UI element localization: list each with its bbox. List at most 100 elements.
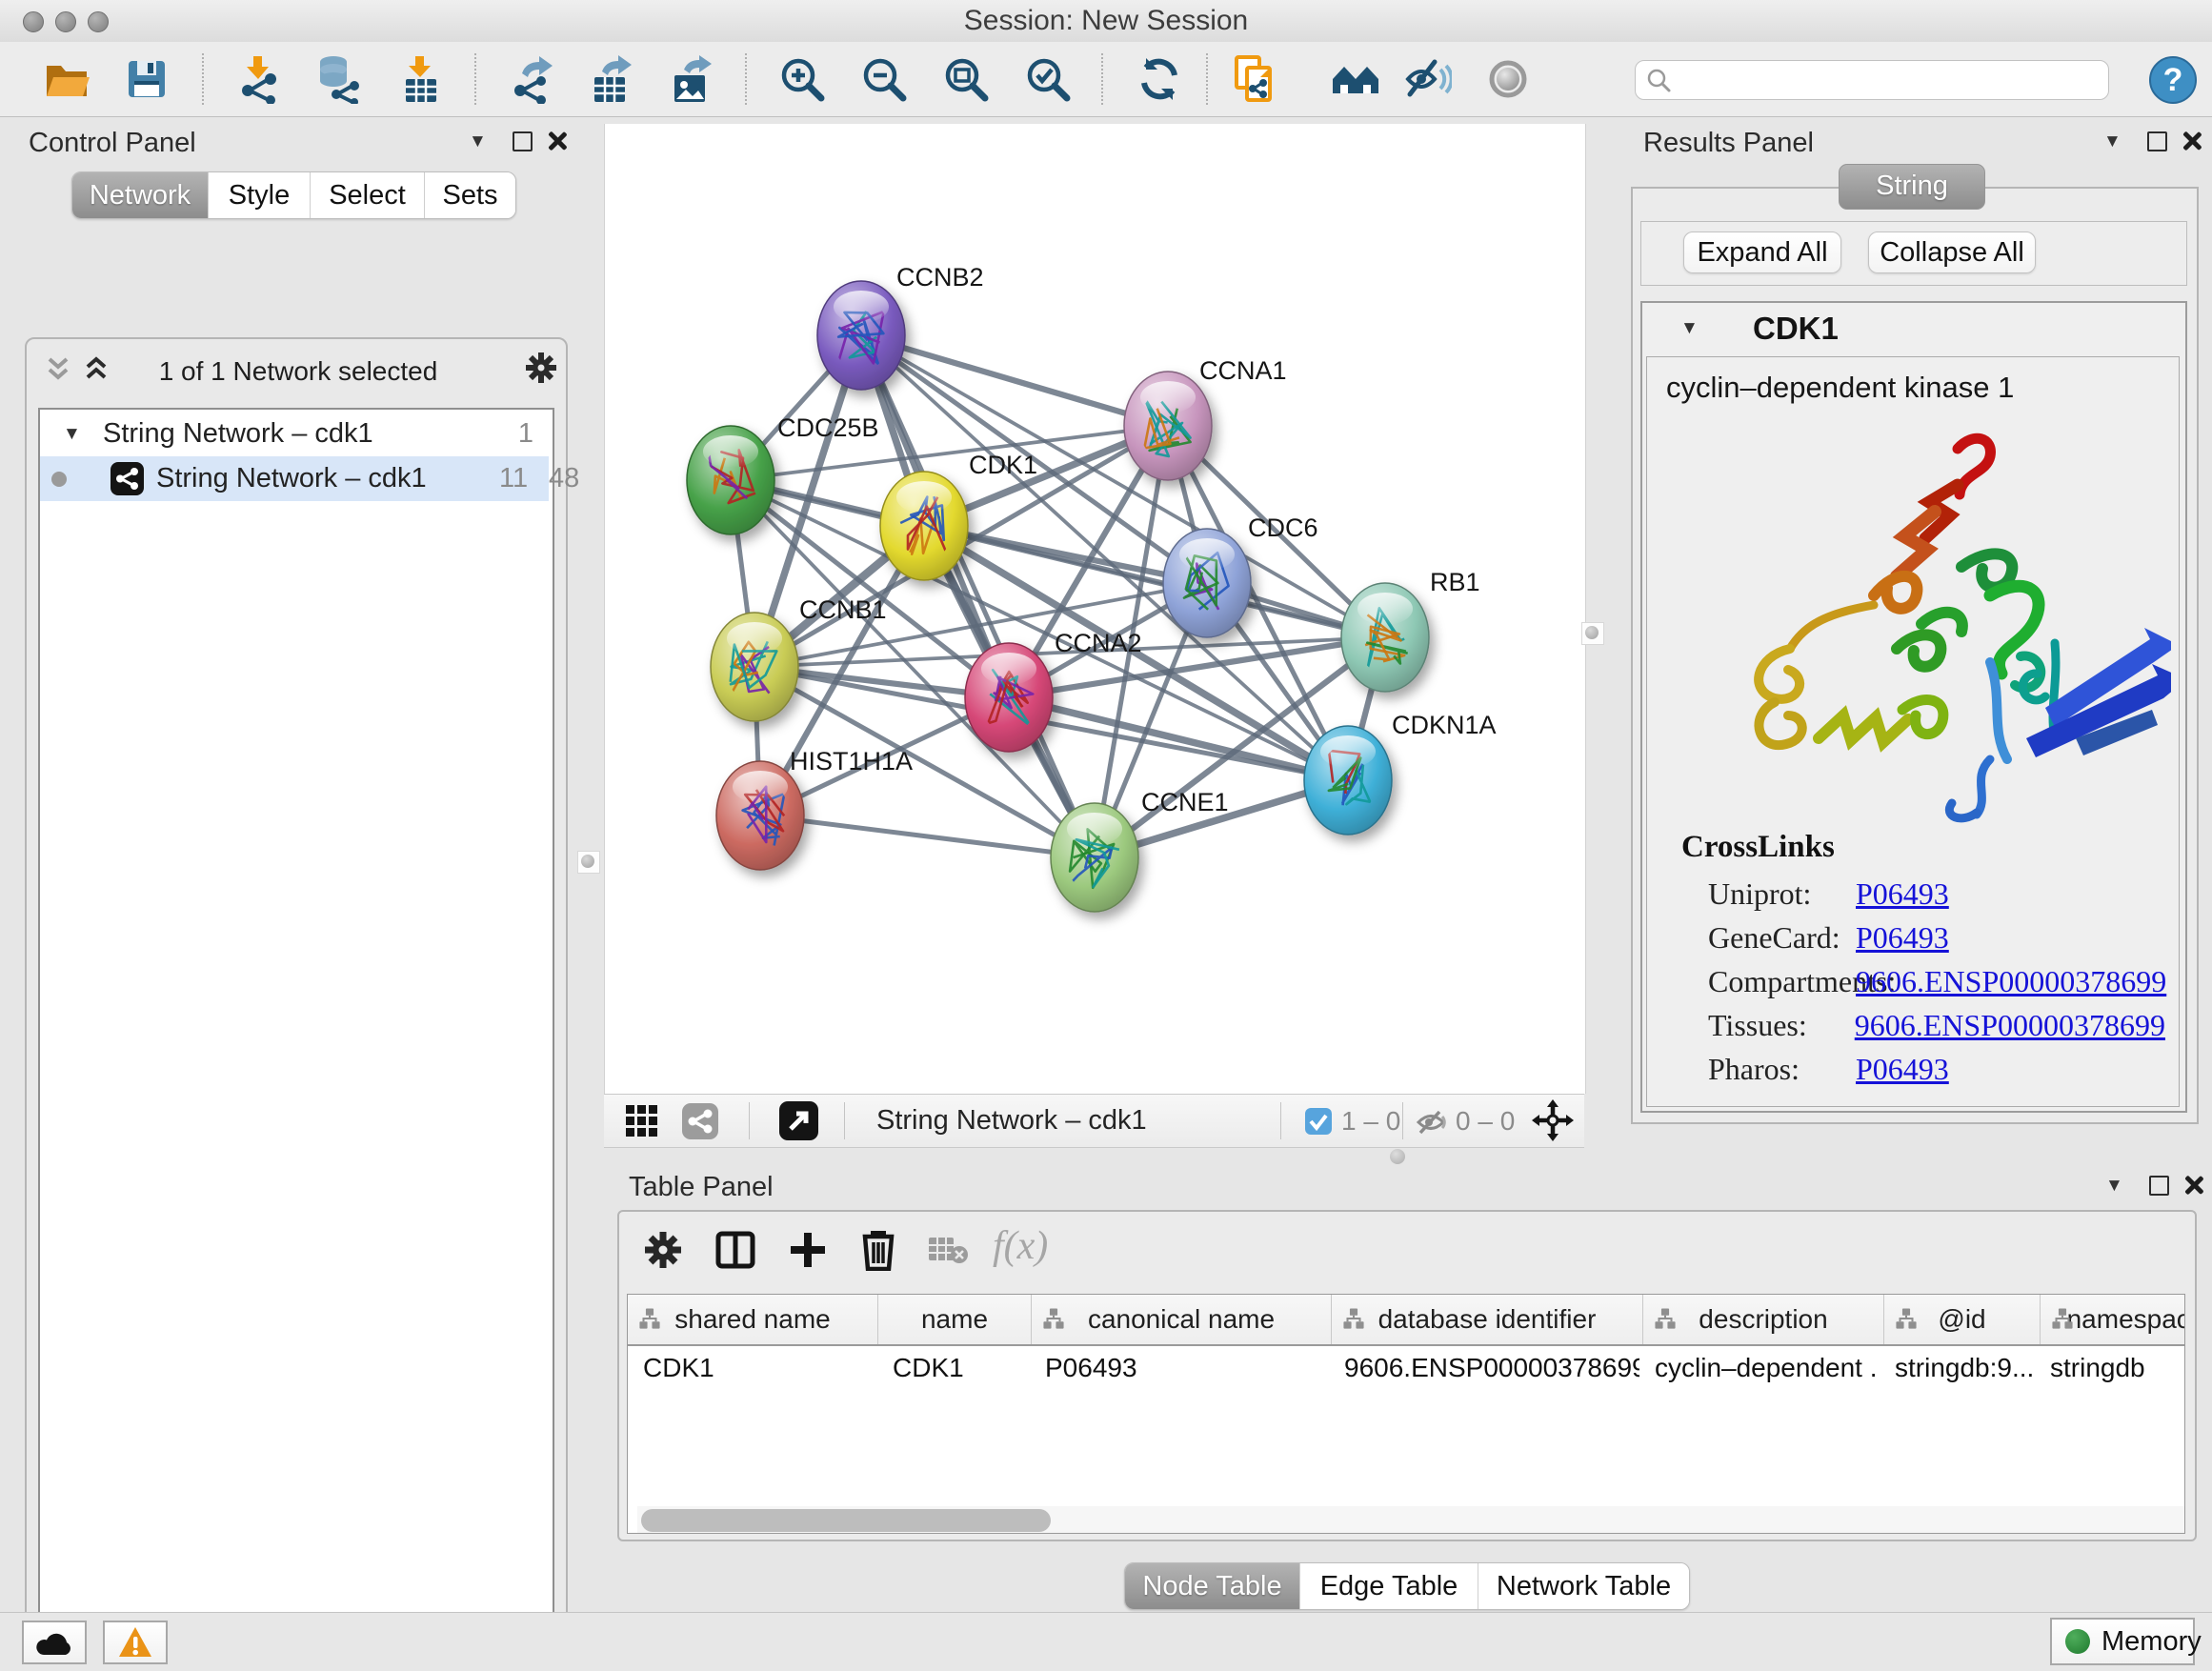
tab-string[interactable]: String: [1839, 164, 1985, 210]
cdk1-collapse-icon[interactable]: ▼: [1680, 318, 1699, 339]
network-collection-row[interactable]: ▼ String Network – cdk1 1: [40, 412, 549, 456]
tab-select[interactable]: Select: [311, 172, 425, 218]
add-column-icon[interactable]: [787, 1229, 829, 1271]
cell-namespace[interactable]: stringdb: [2035, 1353, 2185, 1383]
show-glass-icon[interactable]: [1483, 54, 1533, 104]
show-columns-icon[interactable]: [714, 1229, 756, 1271]
column-header-name[interactable]: name: [878, 1295, 1032, 1344]
table-panel-menu-icon[interactable]: ▼: [2105, 1176, 2123, 1197]
tab-network[interactable]: Network: [72, 172, 209, 218]
collection-expand-icon[interactable]: ▼: [63, 412, 81, 456]
string-home-icon[interactable]: [1331, 54, 1380, 104]
results-panel-menu-icon[interactable]: ▼: [2103, 131, 2122, 152]
collapse-all-icon[interactable]: [44, 354, 72, 383]
results-panel-float-icon[interactable]: [2147, 131, 2167, 151]
network-edge[interactable]: [861, 335, 1168, 426]
memory-button[interactable]: Memory: [2050, 1618, 2195, 1665]
import-table-icon[interactable]: [396, 54, 446, 104]
table-gear-icon[interactable]: [642, 1229, 684, 1271]
network-options-gear-icon[interactable]: [524, 351, 558, 385]
network-row-selected[interactable]: String Network – cdk1 11 48: [40, 456, 549, 501]
open-session-icon[interactable]: [42, 54, 91, 104]
export-table-icon[interactable]: [587, 54, 636, 104]
export-image-icon[interactable]: [667, 54, 716, 104]
tab-sets[interactable]: Sets: [425, 172, 515, 218]
crosslink-link[interactable]: P06493: [1856, 1052, 1949, 1087]
fit-content-crosshair-icon[interactable]: [1532, 1099, 1574, 1141]
table-h-scrollbar-thumb[interactable]: [641, 1509, 1051, 1532]
help-icon[interactable]: ?: [2149, 56, 2197, 104]
network-edge[interactable]: [861, 335, 1095, 857]
control-panel-float-icon[interactable]: [513, 131, 533, 151]
cell-canonical-name[interactable]: P06493: [1030, 1353, 1329, 1383]
zoom-selected-icon[interactable]: [1023, 54, 1073, 104]
tab-edge-table[interactable]: Edge Table: [1300, 1563, 1478, 1609]
cloud-button[interactable]: [22, 1621, 87, 1664]
collapse-all-button[interactable]: Collapse All: [1868, 232, 2036, 273]
network-edge[interactable]: [760, 815, 1095, 857]
table-header-row: shared namenamecanonical namedatabase id…: [628, 1295, 2184, 1346]
search-input[interactable]: [1678, 63, 2101, 97]
tab-style[interactable]: Style: [209, 172, 311, 218]
zoom-in-icon[interactable]: [777, 54, 827, 104]
svg-text:?: ?: [2163, 62, 2183, 98]
cell-name[interactable]: CDK1: [877, 1353, 1030, 1383]
control-panel-close-icon[interactable]: [547, 130, 566, 149]
crosslink-link[interactable]: 9606.ENSP00000378699: [1856, 964, 2166, 999]
column-type-icon: [1341, 1306, 1366, 1338]
column-header-description[interactable]: description: [1643, 1295, 1884, 1344]
right-splitter-handle[interactable]: [1581, 622, 1604, 645]
save-session-icon[interactable]: [122, 54, 171, 104]
results-panel-close-icon[interactable]: [2182, 130, 2201, 149]
network-node-count: 11: [499, 456, 528, 501]
table-h-scrollbar[interactable]: [637, 1506, 2185, 1534]
expand-all-icon[interactable]: [82, 354, 111, 383]
cell-database-identifier[interactable]: 9606.ENSP00000378699: [1329, 1353, 1639, 1383]
import-network-from-database-icon[interactable]: [312, 54, 362, 104]
warnings-button[interactable]: [103, 1621, 168, 1664]
refresh-icon[interactable]: [1135, 54, 1184, 104]
clone-network-icon[interactable]: [1231, 54, 1280, 104]
tab-node-table[interactable]: Node Table: [1125, 1563, 1300, 1609]
column-header--id[interactable]: @id: [1884, 1295, 2041, 1344]
export-network-icon[interactable]: [509, 54, 558, 104]
column-type-icon: [1041, 1306, 1066, 1338]
column-header-shared-name[interactable]: shared name: [628, 1295, 878, 1344]
zoom-fit-icon[interactable]: [941, 54, 991, 104]
main-toolbar: ?: [0, 42, 2212, 117]
control-panel-menu-icon[interactable]: ▼: [469, 131, 487, 152]
delete-column-icon[interactable]: [857, 1227, 899, 1271]
network-badge-icon[interactable]: [682, 1103, 718, 1139]
hide-glass-icon[interactable]: [1402, 54, 1452, 104]
network-view-canvas[interactable]: CCNB2CCNA1CDC25BCDK1CDC6RB1CCNB1CCNA2CDK…: [604, 124, 1586, 1094]
zoom-out-icon[interactable]: [859, 54, 909, 104]
left-splitter-handle[interactable]: [577, 851, 600, 874]
detach-view-icon[interactable]: [779, 1101, 818, 1140]
hidden-counts: 0 – 0: [1456, 1106, 1515, 1137]
crosslink-link[interactable]: P06493: [1856, 876, 1949, 912]
window-title: Session: New Session: [0, 0, 2212, 42]
column-header-namespace[interactable]: namespace: [2041, 1295, 2185, 1344]
horizontal-splitter-handle[interactable]: [1390, 1149, 1405, 1164]
crosslink-row: Compartments:9606.ENSP00000378699: [1708, 959, 2165, 1003]
selected-nodes-checkbox-icon[interactable]: [1305, 1108, 1332, 1135]
delete-table-icon: [928, 1235, 968, 1265]
column-header-database-identifier[interactable]: database identifier: [1332, 1295, 1643, 1344]
table-panel-close-icon[interactable]: [2183, 1174, 2202, 1193]
grid-view-icon[interactable]: [625, 1104, 659, 1138]
column-header-canonical-name[interactable]: canonical name: [1032, 1295, 1332, 1344]
cell-description[interactable]: cyclin–dependent ...: [1639, 1353, 1880, 1383]
cell-shared-name[interactable]: CDK1: [628, 1353, 877, 1383]
node-gloss: [703, 435, 758, 468]
network-status-dot: [51, 472, 67, 487]
tab-network-table[interactable]: Network Table: [1478, 1563, 1689, 1609]
table-row[interactable]: CDK1CDK1P064939606.ENSP00000378699cyclin…: [628, 1346, 2184, 1390]
cell--id[interactable]: stringdb:9...: [1880, 1353, 2035, 1383]
expand-all-button[interactable]: Expand All: [1683, 232, 1841, 273]
import-network-icon[interactable]: [234, 54, 284, 104]
toolbar-separator: [1206, 53, 1208, 105]
cdk1-card-body: cyclin–dependent kinase 1: [1646, 356, 2180, 1107]
crosslink-link[interactable]: 9606.ENSP00000378699: [1855, 1008, 2165, 1043]
table-panel-float-icon[interactable]: [2149, 1176, 2169, 1196]
crosslink-link[interactable]: P06493: [1856, 920, 1949, 956]
